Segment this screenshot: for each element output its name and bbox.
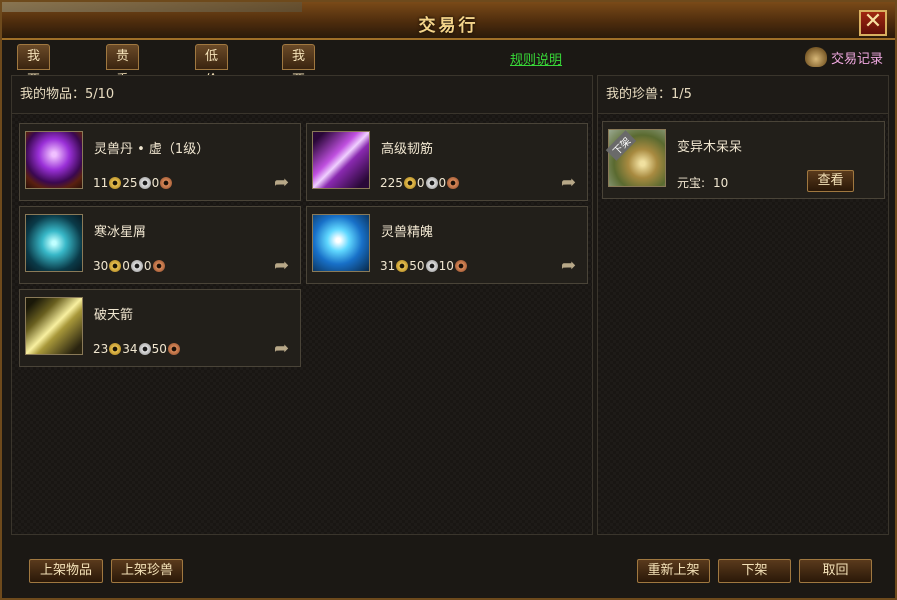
item-name: 高级韧筋 [381,142,434,157]
close-button[interactable]: ✕ [859,10,887,36]
share-arrow-icon[interactable]: ➦ [561,257,583,275]
trade-record-label: 交易记录 [830,51,883,67]
list-pet-button[interactable]: 上架珍兽 [111,559,183,583]
copper-amount: 0 [143,259,152,273]
arrow-item-icon [25,297,83,355]
beast-soul-icon [312,214,370,272]
silver-amount: 25 [122,176,138,190]
item-card[interactable]: 寒冰星屑 30 0 0 ➦ [19,206,301,284]
copper-coin-icon [152,260,165,272]
pet-price-label: 元宝: [677,176,706,190]
item-card[interactable]: 灵兽丹 • 虚（1级） 11 25 0 ➦ [19,123,301,201]
share-arrow-icon[interactable]: ➦ [274,257,296,275]
gold-amount: 225 [380,176,403,190]
my-pets-panel: 我的珍兽：1/5 下架 变异木呆呆 元宝: 10 查看 [597,75,889,535]
trade-record-button[interactable]: 交易记录 [804,46,883,68]
rules-link[interactable]: 规则说明 [510,49,562,68]
pet-price: 元宝: 10 [677,174,728,191]
relist-button[interactable]: 重新上架 [637,559,710,583]
item-card[interactable]: 灵兽精魄 31 50 10 ➦ [306,206,588,284]
pet-name: 变异木呆呆 [677,140,743,155]
trade-window: 交易行 ✕ 我要购买 贵重公示 低价公示 我要出售 规则说明 交易记录 我的物品… [0,0,897,600]
my-items-header: 我的物品：5/10 [12,76,592,114]
tab-sell[interactable]: 我要出售 [282,44,316,136]
gold-amount: 23 [93,342,109,356]
gold-amount: 31 [380,259,396,273]
copper-amount: 0 [151,176,160,190]
copper-amount: 50 [151,342,167,356]
pet-tag: 下架 [605,130,637,161]
gold-coin-icon [396,260,409,272]
item-price: 11 25 0 [93,176,173,190]
list-item-button[interactable]: 上架物品 [29,559,103,583]
item-price: 225 0 0 [380,176,460,190]
silver-coin-icon [138,343,151,355]
gold-coin-icon [109,177,122,189]
pet-icon: 下架 [605,129,666,187]
item-name: 灵兽精魄 [381,225,434,240]
share-arrow-icon[interactable]: ➦ [561,174,583,192]
view-pet-button[interactable]: 查看 [807,170,854,192]
silver-coin-icon [138,177,151,189]
copper-coin-icon [454,260,467,272]
item-price: 31 50 10 [380,259,468,273]
silver-coin-icon [425,260,438,272]
item-card[interactable]: 破天箭 23 34 50 ➦ [19,289,301,367]
copper-coin-icon [160,177,173,189]
retrieve-button[interactable]: 取回 [799,559,872,583]
item-name: 灵兽丹 • 虚（1级） [94,142,210,157]
item-price: 30 0 0 [93,259,166,273]
gold-amount: 11 [93,176,109,190]
silver-amount: 0 [416,176,425,190]
purple-orb-icon [25,131,83,189]
delist-button[interactable]: 下架 [718,559,791,583]
share-arrow-icon[interactable]: ➦ [274,340,296,358]
gold-coin-icon [109,260,122,272]
silver-amount: 0 [122,259,130,273]
item-price: 23 34 50 [93,342,181,356]
silver-amount: 50 [409,259,425,273]
copper-coin-icon [167,343,180,355]
gold-coin-icon [403,177,416,189]
share-arrow-icon[interactable]: ➦ [274,174,296,192]
silver-coin-icon [130,260,143,272]
tab-precious[interactable]: 贵重公示 [106,44,140,136]
gold-coin-icon [109,343,122,355]
copper-amount: 0 [438,176,447,190]
copper-amount: 10 [438,259,454,273]
copper-coin-icon [447,177,460,189]
tab-lowprice[interactable]: 低价公示 [195,44,229,136]
gold-amount: 30 [93,259,109,273]
item-card[interactable]: 高级韧筋 225 0 0 ➦ [306,123,588,201]
tab-buy[interactable]: 我要购买 [17,44,51,136]
silver-amount: 34 [122,342,138,356]
sinew-icon [312,131,370,189]
bag-icon [804,47,827,67]
window-title: 交易行 [418,16,479,36]
item-name: 寒冰星屑 [94,225,147,240]
ice-dust-icon [25,214,83,272]
my-pets-header: 我的珍兽：1/5 [598,76,888,114]
item-name: 破天箭 [94,308,134,323]
pet-card[interactable]: 下架 变异木呆呆 元宝: 10 查看 [602,121,885,199]
silver-coin-icon [425,177,438,189]
title-bar: 交易行 ✕ [2,2,895,40]
pet-price-value: 10 [713,175,729,190]
my-items-panel: 我的物品：5/10 灵兽丹 • 虚（1级） 11 25 0 ➦ 高级韧筋 225… [11,75,593,535]
